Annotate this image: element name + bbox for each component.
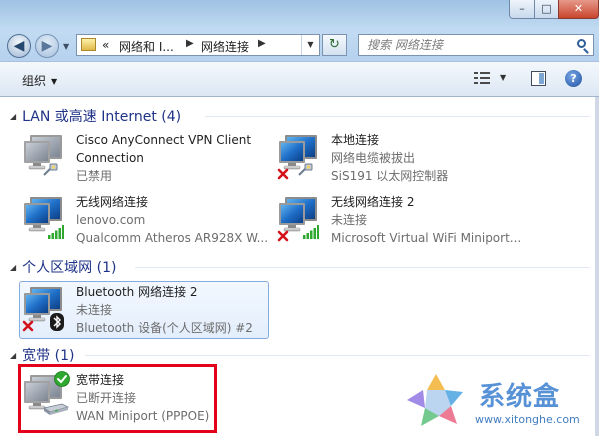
connection-name: 无线网络连接 2 xyxy=(331,195,415,209)
breadcrumb-chevron-right-icon[interactable]: ▶ xyxy=(258,38,266,49)
organize-menu-button[interactable]: 组织 ▼ xyxy=(22,72,57,89)
minimize-button[interactable]: – xyxy=(509,0,535,19)
breadcrumb-network-and-internet[interactable]: 网络和 I... xyxy=(119,38,174,55)
red-x-icon xyxy=(277,230,289,242)
breadcrumb-chevron-right-icon[interactable]: ▶ xyxy=(186,38,194,49)
view-options-chevron-down-icon[interactable]: ▼ xyxy=(500,73,506,82)
search-input[interactable] xyxy=(367,38,567,52)
connection-name: 无线网络连接 xyxy=(76,195,149,209)
group-header-lan[interactable]: ◢ LAN 或高速 Internet (4) xyxy=(10,106,182,125)
connection-item-broadband[interactable]: 宽带连接 已断开连接 WAN Miniport (PPPOE) xyxy=(20,371,215,426)
preview-pane-icon[interactable] xyxy=(531,71,546,86)
connection-status: 已断开连接 xyxy=(76,391,137,405)
breadcrumb-overflow[interactable]: « xyxy=(102,38,109,52)
watermark-title: 系统盒 xyxy=(479,382,561,412)
connection-name: 本地连接 xyxy=(331,133,380,147)
connection-device: SiS191 以太网控制器 xyxy=(331,169,449,183)
breadcrumb-network-connections[interactable]: 网络连接 xyxy=(201,38,249,55)
red-x-icon xyxy=(22,320,34,332)
connection-item-local-area[interactable]: 本地连接 网络电缆被拔出 SiS191 以太网控制器 xyxy=(275,131,575,186)
connection-status: 网络电缆被拔出 xyxy=(331,151,416,165)
connection-name: Cisco AnyConnect VPN Client xyxy=(76,133,252,147)
connection-status: lenovo.com xyxy=(76,213,146,227)
change-view-icon[interactable] xyxy=(474,71,490,85)
collapse-triangle-icon[interactable]: ◢ xyxy=(10,263,16,272)
back-button[interactable]: ◀ xyxy=(7,34,31,58)
navigation-bar: ◀ ▶ ▼ « 网络和 I... ▶ 网络连接 ▶ ▼ ↻ xyxy=(0,30,599,61)
network-cable-icon xyxy=(42,163,58,177)
window-right-edge xyxy=(595,97,599,436)
group-title: LAN 或高速 Internet (4) xyxy=(22,109,182,125)
modem-icon xyxy=(42,403,70,415)
window-title-bar: – □ ✕ xyxy=(0,0,599,30)
connection-device: Microsoft Virtual WiFi Miniport... xyxy=(331,231,522,245)
connection-device: WAN Miniport (PPPOE) xyxy=(76,409,210,423)
search-icon[interactable] xyxy=(577,39,586,48)
connection-status: 未连接 xyxy=(331,213,368,227)
close-button[interactable]: ✕ xyxy=(558,0,599,19)
address-bar[interactable]: « 网络和 I... ▶ 网络连接 ▶ ▼ xyxy=(76,34,320,56)
connection-device: Bluetooth 设备(个人区域网) #2 xyxy=(76,321,253,335)
chevron-down-icon: ▼ xyxy=(51,77,58,86)
red-x-icon xyxy=(277,168,289,180)
connection-name-continued: Connection xyxy=(76,151,144,165)
maximize-button[interactable]: □ xyxy=(534,0,559,19)
connection-item-wireless-2[interactable]: 无线网络连接 2 未连接 Microsoft Virtual WiFi Mini… xyxy=(275,193,585,248)
bluetooth-icon xyxy=(50,313,64,331)
group-title: 个人区域网 (1) xyxy=(22,260,117,276)
address-history-chevron-down-icon[interactable]: ▼ xyxy=(301,35,319,55)
organize-label: 组织 xyxy=(22,74,47,88)
connection-item-wireless[interactable]: 无线网络连接 lenovo.com Qualcomm Atheros AR928… xyxy=(20,193,270,248)
group-divider xyxy=(205,116,590,117)
wireless-signal-icon xyxy=(303,225,319,239)
group-header-broadband[interactable]: ◢ 宽带 (1) xyxy=(10,345,75,364)
connection-name: 宽带连接 xyxy=(76,373,125,387)
watermark-url: www.xitonghe.com xyxy=(475,413,580,426)
control-panel-folder-icon xyxy=(81,38,96,51)
connection-name: Bluetooth 网络连接 2 xyxy=(76,285,198,299)
connection-status: 未连接 xyxy=(76,303,113,317)
watermark-logo: 系统盒 www.xitonghe.com xyxy=(393,372,593,432)
group-title: 宽带 (1) xyxy=(22,348,75,364)
refresh-button[interactable]: ↻ xyxy=(322,34,347,56)
group-header-personal-area-network[interactable]: ◢ 个人区域网 (1) xyxy=(10,257,117,276)
group-divider xyxy=(85,355,590,356)
connection-status: 已禁用 xyxy=(76,169,113,183)
recent-pages-chevron-down-icon[interactable]: ▼ xyxy=(63,42,69,51)
connection-item-bluetooth[interactable]: Bluetooth 网络连接 2 未连接 Bluetooth 设备(个人区域网)… xyxy=(20,283,268,338)
search-box[interactable] xyxy=(358,34,594,56)
green-check-icon xyxy=(54,371,70,387)
collapse-triangle-icon[interactable]: ◢ xyxy=(10,112,16,121)
connection-device: Qualcomm Atheros AR928X W... xyxy=(76,231,269,245)
watermark-logo-icon xyxy=(407,374,463,426)
command-bar: 组织 ▼ ▼ ? xyxy=(0,61,599,97)
group-divider xyxy=(135,267,590,268)
collapse-triangle-icon[interactable]: ◢ xyxy=(10,351,16,360)
network-cable-icon xyxy=(297,163,313,177)
connection-item-cisco-vpn[interactable]: Cisco AnyConnect VPN Client Connection 已… xyxy=(20,131,260,186)
forward-button[interactable]: ▶ xyxy=(35,34,59,58)
help-button[interactable]: ? xyxy=(565,70,582,87)
wireless-signal-icon xyxy=(48,225,64,239)
